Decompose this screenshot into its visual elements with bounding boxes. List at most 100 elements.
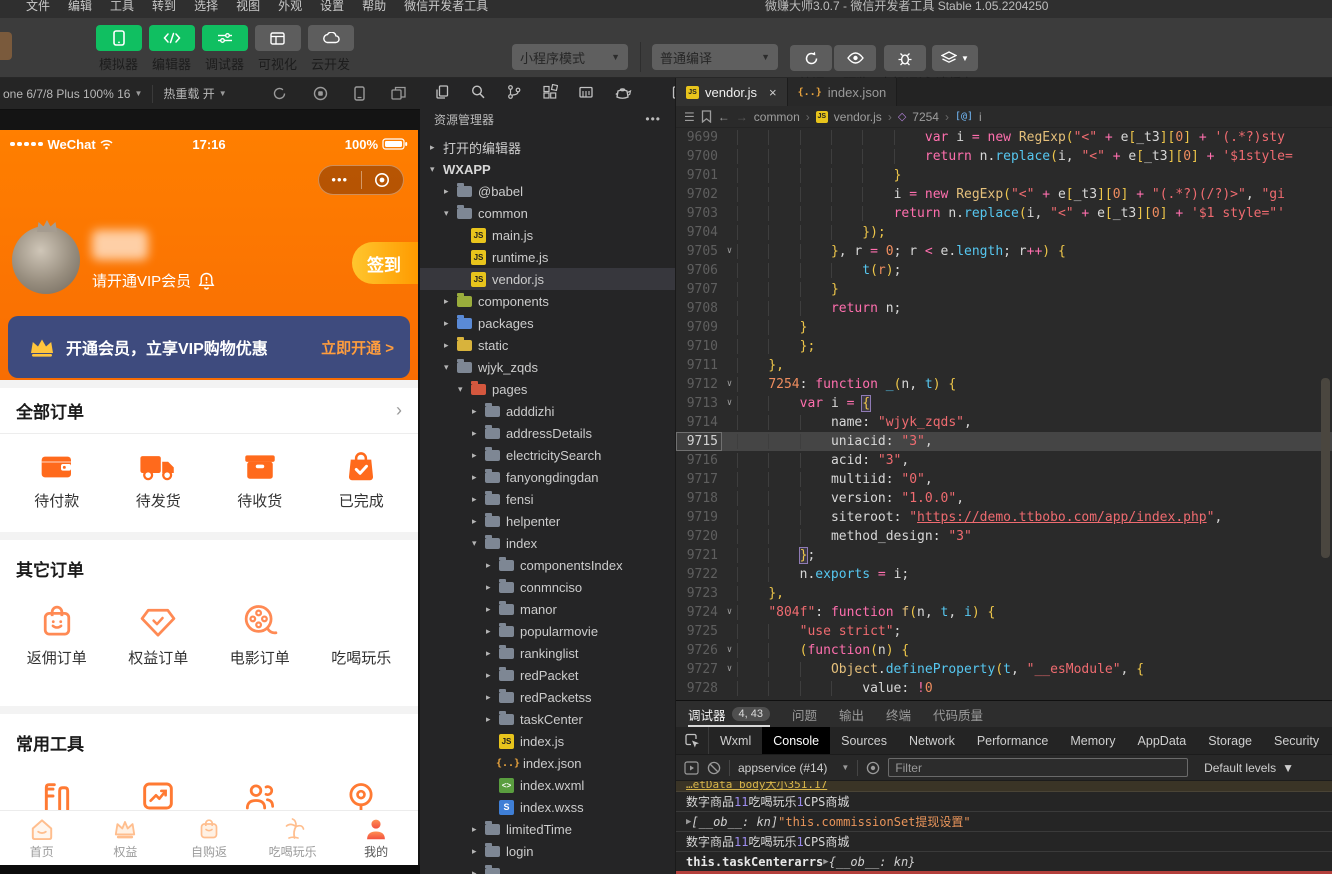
teapot-icon[interactable] <box>614 85 632 100</box>
tree-item[interactable]: ▸packages <box>420 312 675 334</box>
tree-item[interactable]: ▸helpenter <box>420 510 675 532</box>
tree-item[interactable]: JSvendor.js <box>420 268 675 290</box>
devtools-tab-console[interactable]: Console <box>762 727 830 754</box>
code-line[interactable]: 9717 multiid: "0", <box>676 470 1332 489</box>
tree-item[interactable]: JSindex.js <box>420 730 675 752</box>
code-line[interactable]: 9724∨ "804f": function f(n, t, i) { <box>676 603 1332 622</box>
devtools-tab-sources[interactable]: Sources <box>830 727 898 754</box>
code-line[interactable]: 9723 }, <box>676 584 1332 603</box>
code-line[interactable]: 9710 }; <box>676 337 1332 356</box>
rebate-orders[interactable]: 返佣订单 <box>12 603 102 668</box>
code-line[interactable]: 9713∨ var i = { <box>676 394 1332 413</box>
order-pending-receipt[interactable]: 待收货 <box>215 450 305 511</box>
menu-item[interactable]: 视图 <box>236 0 260 14</box>
code-line[interactable]: 9715 uniacid: "3", <box>676 432 1332 451</box>
visualization-button[interactable]: 可视化 <box>251 25 304 73</box>
tab-vendor-js[interactable]: JS vendor.js × <box>676 78 788 106</box>
devtools-tab-security[interactable]: Security <box>1263 727 1330 754</box>
menu-item[interactable]: 文件 <box>26 0 50 14</box>
editor-button[interactable]: 编辑器 <box>145 25 198 73</box>
code-line[interactable]: 9719 siteroot: "https://demo.ttbobo.com/… <box>676 508 1332 527</box>
fold-icon[interactable]: ∨ <box>722 394 737 413</box>
search-icon[interactable] <box>470 84 486 100</box>
code-line[interactable]: 9699 var i = new RegExp("<" + e[_t3][0] … <box>676 128 1332 147</box>
code-line[interactable]: 9722 n.exports = i; <box>676 565 1332 584</box>
vip-banner[interactable]: 开通会员，立享VIP购物优惠 立即开通 > <box>8 316 410 378</box>
checkin-button[interactable]: 签到 <box>352 242 418 284</box>
filter-input[interactable] <box>888 758 1188 777</box>
devtools-tab-wxml[interactable]: Wxml <box>709 727 762 754</box>
outline-list-icon[interactable]: ☰ <box>684 110 695 124</box>
code-line[interactable]: 9704 }); <box>676 223 1332 242</box>
devtools-tab-memory[interactable]: Memory <box>1059 727 1126 754</box>
tool-nearby[interactable] <box>316 781 406 811</box>
code-line[interactable]: 9728 value: !0 <box>676 679 1332 698</box>
preview-button[interactable] <box>834 45 876 71</box>
device-selector[interactable]: one 6/7/8 Plus 100% 16 <box>0 87 130 101</box>
tree-item[interactable]: ▸conmnciso <box>420 576 675 598</box>
code-line[interactable]: 9726∨ (function(n) { <box>676 641 1332 660</box>
simulator-button[interactable]: 模拟器 <box>92 25 145 73</box>
tree-item[interactable]: ▾pages <box>420 378 675 400</box>
tree-item[interactable]: ▾wjyk_zqds <box>420 356 675 378</box>
context-dropdown[interactable]: appservice (#14) ▼ <box>738 761 849 775</box>
benefit-orders[interactable]: 权益订单 <box>113 605 203 668</box>
tree-item[interactable]: ▾index <box>420 532 675 554</box>
tab-index-json[interactable]: {..} index.json <box>788 78 898 106</box>
screenshot-icon[interactable] <box>313 86 328 101</box>
debugger-button[interactable]: 调试器 <box>198 25 251 73</box>
tree-item[interactable]: ▸electricitySearch <box>420 444 675 466</box>
order-pending-shipment[interactable]: 待发货 <box>113 450 203 511</box>
compile-mode-dropdown[interactable]: 普通编译▼ <box>652 44 778 70</box>
cloud-dev-button[interactable]: 云开发 <box>304 25 357 73</box>
code-line[interactable]: 9725 "use strict"; <box>676 622 1332 641</box>
tree-item[interactable]: ▸打开的编辑器 <box>420 136 675 158</box>
tree-item[interactable]: ▸fensi <box>420 488 675 510</box>
rotate-device-icon[interactable] <box>354 86 365 101</box>
tool-fans[interactable] <box>215 781 305 811</box>
code-line[interactable]: 9727∨ Object.defineProperty(t, "__esModu… <box>676 660 1332 679</box>
files-icon[interactable] <box>434 84 450 100</box>
fold-icon[interactable]: ∨ <box>722 242 737 261</box>
debugger-tab[interactable]: 调试器4, 43 <box>688 701 770 727</box>
breadcrumb-file[interactable]: vendor.js <box>834 110 882 124</box>
tab-home[interactable]: 首页 <box>0 811 84 865</box>
code-line[interactable]: 9711 }, <box>676 356 1332 375</box>
tree-item[interactable]: {..}index.json <box>420 752 675 774</box>
tree-item[interactable]: ▸adddizhi <box>420 400 675 422</box>
tab-profile[interactable]: 我的 <box>334 811 418 865</box>
code-line[interactable]: 9705∨ }, r = 0; r < e.length; r++) { <box>676 242 1332 261</box>
tree-item[interactable]: ▸componentsIndex <box>420 554 675 576</box>
tree-item[interactable]: ▸static <box>420 334 675 356</box>
explorer-more-icon[interactable]: ••• <box>645 112 661 126</box>
code-line[interactable]: 9706 t(r); <box>676 261 1332 280</box>
menu-item[interactable]: 编辑 <box>68 0 92 14</box>
tree-item[interactable]: ▸addressDetails <box>420 422 675 444</box>
code-line[interactable]: 9718 version: "1.0.0", <box>676 489 1332 508</box>
tree-item[interactable]: ▸redPacket <box>420 664 675 686</box>
bookmark-icon[interactable] <box>701 110 712 123</box>
debugger-tab[interactable]: 终端 <box>886 701 911 727</box>
chevron-right-icon[interactable]: › <box>396 400 402 421</box>
source-control-icon[interactable] <box>506 84 522 100</box>
tree-item[interactable]: ▸@babel <box>420 180 675 202</box>
multi-window-icon[interactable] <box>391 86 406 101</box>
order-completed[interactable]: 已完成 <box>316 450 406 511</box>
breadcrumb-folder[interactable]: common <box>754 110 800 124</box>
inspect-element-icon[interactable] <box>676 727 709 754</box>
fold-icon[interactable]: ∨ <box>722 603 737 622</box>
devtools-tab-storage[interactable]: Storage <box>1197 727 1263 754</box>
close-icon[interactable]: × <box>769 85 777 100</box>
code-line[interactable]: 9700 return n.replace(i, "<" + e[_t3][0]… <box>676 147 1332 166</box>
devtools-tab-network[interactable]: Network <box>898 727 966 754</box>
tree-item[interactable]: ▸ <box>420 862 675 874</box>
back-icon[interactable]: ← <box>718 110 730 124</box>
editor-scrollbar[interactable] <box>1321 378 1330 558</box>
resume-icon[interactable] <box>684 761 699 775</box>
code-line[interactable]: 9702 i = new RegExp("<" + e[_t3][0] + "(… <box>676 185 1332 204</box>
restart-icon[interactable] <box>272 86 287 101</box>
tree-item[interactable]: ▸taskCenter <box>420 708 675 730</box>
levels-dropdown[interactable]: Default levels ▼ <box>1204 761 1324 775</box>
clear-cache-button[interactable]: ▼ <box>932 45 978 71</box>
code-line[interactable]: 9712∨ 7254: function _(n, t) { <box>676 375 1332 394</box>
